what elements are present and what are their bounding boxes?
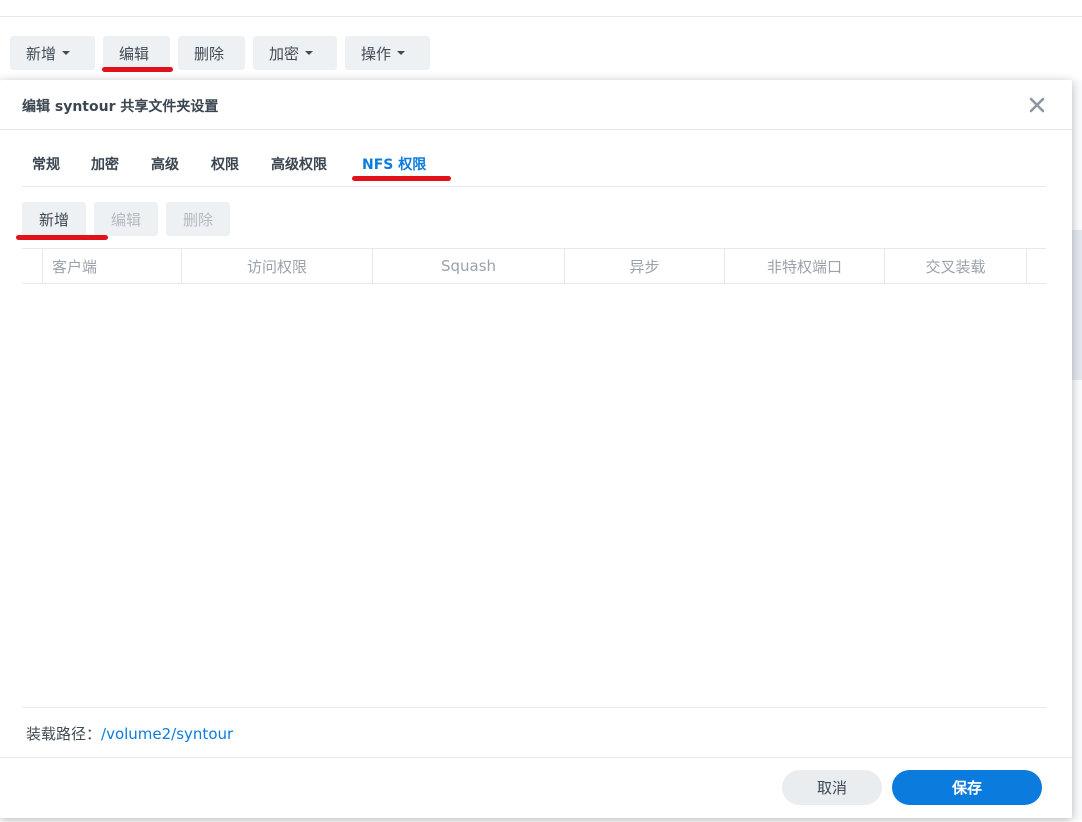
column-header-access[interactable]: 访问权限 bbox=[181, 249, 372, 283]
annotation-underline bbox=[102, 67, 173, 72]
dialog-footer: 取消 保存 bbox=[0, 757, 1072, 819]
chevron-down-icon bbox=[397, 51, 406, 55]
tab-nfs-permissions[interactable]: NFS 权限 bbox=[362, 154, 426, 174]
mount-path-label: 装载路径： bbox=[26, 725, 102, 743]
nfs-delete-button[interactable]: 删除 bbox=[166, 202, 231, 236]
encrypt-button-label: 加密 bbox=[269, 44, 300, 63]
nfs-add-button[interactable]: 新增 bbox=[22, 202, 87, 236]
main-toolbar: 新增 编辑 删除 加密 操作 bbox=[10, 36, 430, 70]
chevron-down-icon bbox=[62, 51, 71, 55]
column-header-client[interactable]: 客户端 bbox=[42, 249, 181, 283]
nfs-toolbar: 新增 编辑 删除 bbox=[22, 202, 231, 236]
tab-advanced[interactable]: 高级 bbox=[151, 154, 179, 174]
mount-path: 装载路径：/volume2/syntour bbox=[26, 723, 233, 744]
tab-bar: 常规 加密 高级 权限 高级权限 NFS 权限 bbox=[22, 150, 1046, 187]
nfs-rule-table-header: 客户端 访问权限 Squash 异步 非特权端口 交叉装载 bbox=[22, 248, 1046, 284]
save-button[interactable]: 保存 bbox=[892, 770, 1042, 805]
column-header-squash[interactable]: Squash bbox=[372, 249, 564, 283]
column-header-spacer bbox=[1026, 249, 1046, 283]
tab-encryption[interactable]: 加密 bbox=[91, 154, 119, 174]
action-button[interactable]: 操作 bbox=[345, 36, 430, 70]
annotation-underline bbox=[16, 235, 108, 240]
add-button[interactable]: 新增 bbox=[10, 36, 95, 70]
tab-general[interactable]: 常规 bbox=[32, 154, 60, 174]
dialog-header: 编辑 syntour 共享文件夹设置 bbox=[0, 80, 1072, 130]
column-header-nonpriv-port[interactable]: 非特权端口 bbox=[724, 249, 884, 283]
divider bbox=[22, 707, 1046, 708]
chevron-down-icon bbox=[305, 51, 314, 55]
add-button-label: 新增 bbox=[26, 44, 57, 63]
close-button[interactable] bbox=[1026, 94, 1048, 116]
delete-button[interactable]: 删除 bbox=[178, 36, 245, 70]
edit-shared-folder-dialog: 编辑 syntour 共享文件夹设置 常规 加密 高级 权限 高级权限 NFS … bbox=[0, 80, 1072, 818]
column-header-cross-mount[interactable]: 交叉装载 bbox=[884, 249, 1026, 283]
tab-permissions[interactable]: 权限 bbox=[211, 154, 239, 174]
encrypt-button[interactable]: 加密 bbox=[253, 36, 337, 70]
mount-path-link[interactable]: /volume2/syntour bbox=[101, 725, 233, 743]
nfs-edit-button[interactable]: 编辑 bbox=[94, 202, 159, 236]
edit-button-label: 编辑 bbox=[119, 44, 150, 63]
background-selected-row bbox=[1072, 230, 1082, 380]
background-page-edge bbox=[1072, 80, 1082, 820]
top-bar bbox=[0, 0, 1082, 17]
delete-button-label: 删除 bbox=[194, 44, 225, 63]
cancel-button[interactable]: 取消 bbox=[782, 770, 882, 805]
column-header-async[interactable]: 异步 bbox=[564, 249, 724, 283]
tab-advanced-permissions[interactable]: 高级权限 bbox=[271, 154, 327, 174]
dialog-title: 编辑 syntour 共享文件夹设置 bbox=[22, 99, 219, 115]
action-button-label: 操作 bbox=[361, 44, 392, 63]
annotation-underline bbox=[352, 176, 451, 181]
close-icon bbox=[1029, 97, 1045, 113]
edit-button[interactable]: 编辑 bbox=[103, 36, 170, 70]
